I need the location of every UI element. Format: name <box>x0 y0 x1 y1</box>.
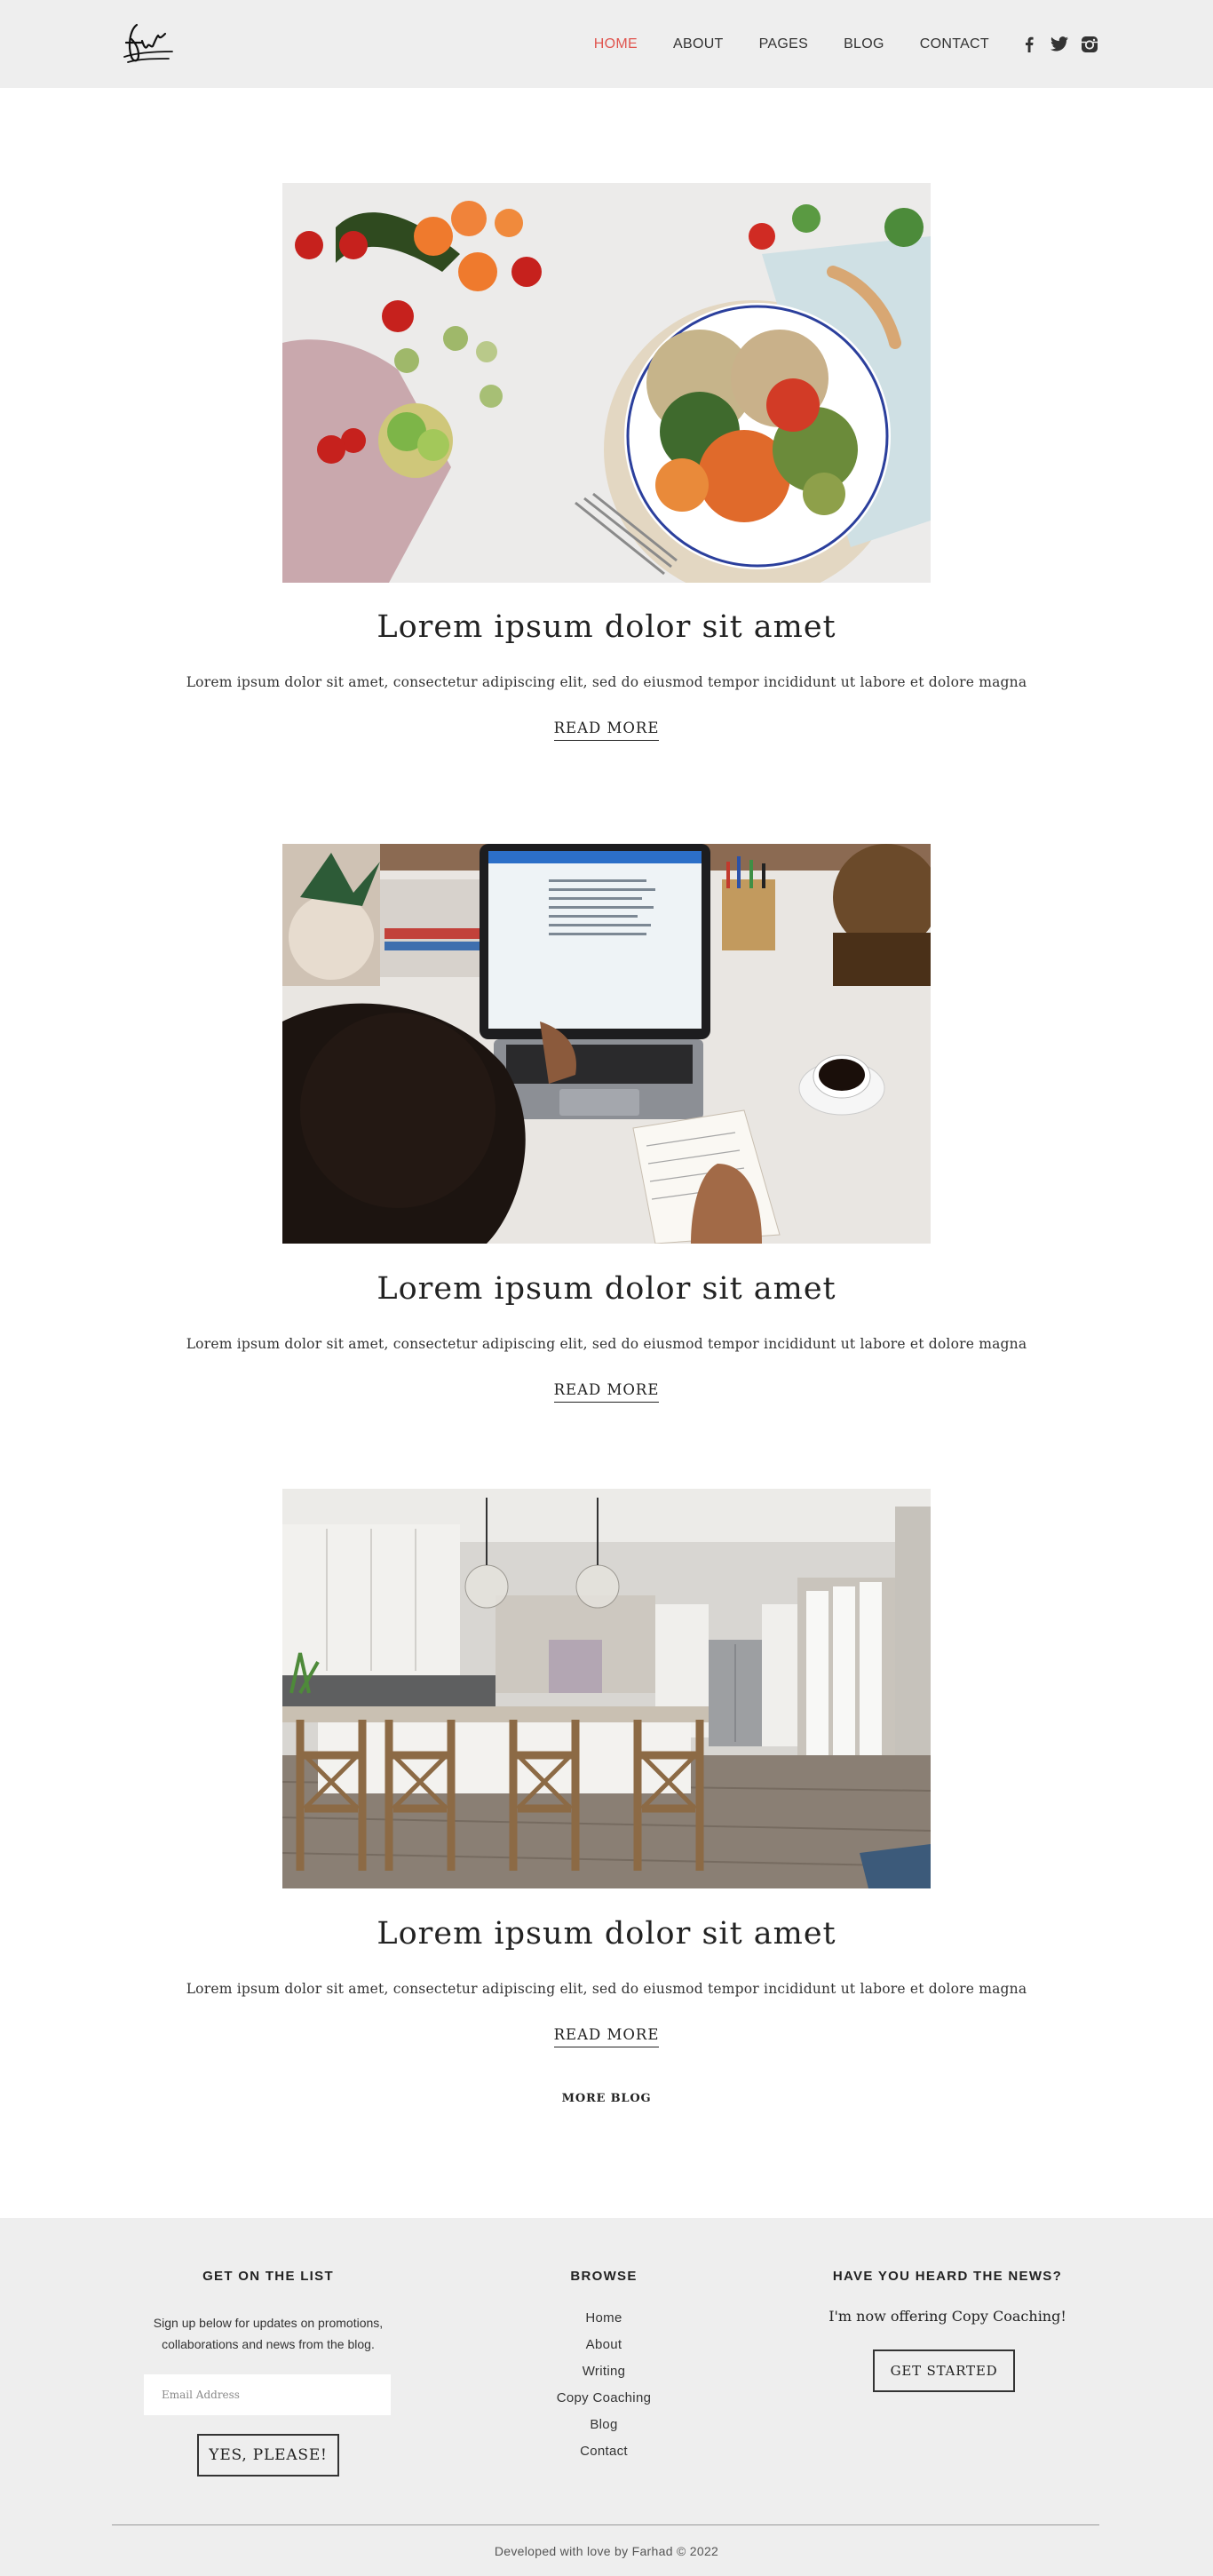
nav-contact[interactable]: CONTACT <box>920 36 989 52</box>
browse-link-writing[interactable]: Writing <box>515 2358 693 2385</box>
newsletter-description: Sign up below for updates on promotions,… <box>153 2316 384 2351</box>
post-image-food[interactable] <box>282 183 931 583</box>
food-bowl-photo <box>282 183 931 583</box>
facebook-icon[interactable] <box>1019 35 1039 54</box>
laptop-desk-photo <box>282 844 931 1244</box>
nav-about[interactable]: ABOUT <box>673 36 724 52</box>
copyright-text: Developed with love by Farhad © 2022 <box>494 2544 719 2558</box>
post-excerpt: Lorem ipsum dolor sit amet, consectetur … <box>186 674 1027 690</box>
news-heading: HAVE YOU HEARD THE NEWS? <box>832 2269 1063 2284</box>
newsletter-heading: GET ON THE LIST <box>202 2269 334 2284</box>
get-started-button[interactable]: GET STARTED <box>873 2349 1015 2392</box>
post-title[interactable]: Lorem ipsum dolor sit amet <box>0 1271 1213 1307</box>
post-image-laptop[interactable] <box>282 844 931 1244</box>
read-more-wrap: READ MORE <box>0 720 1213 741</box>
read-more-wrap: READ MORE <box>0 1381 1213 1403</box>
post-image-kitchen[interactable] <box>282 1489 931 1888</box>
kitchen-interior-photo <box>282 1489 931 1888</box>
main-nav: HOME ABOUT PAGES BLOG CONTACT <box>559 0 1099 88</box>
site-logo[interactable] <box>117 16 176 69</box>
post-title[interactable]: Lorem ipsum dolor sit amet <box>0 609 1213 645</box>
read-more-link[interactable]: READ MORE <box>553 1381 660 1403</box>
post-title[interactable]: Lorem ipsum dolor sit amet <box>0 1916 1213 1952</box>
post-excerpt: Lorem ipsum dolor sit amet, consectetur … <box>186 1981 1027 1997</box>
site-footer: GET ON THE LIST Sign up below for update… <box>0 2218 1213 2576</box>
read-more-link[interactable]: READ MORE <box>553 720 660 741</box>
post-excerpt: Lorem ipsum dolor sit amet, consectetur … <box>186 1336 1027 1352</box>
nav-pages[interactable]: PAGES <box>759 36 808 52</box>
browse-link-copy-coaching[interactable]: Copy Coaching <box>515 2385 693 2412</box>
subscribe-button[interactable]: YES, PLEASE! <box>197 2434 339 2477</box>
browse-link-contact[interactable]: Contact <box>515 2438 693 2465</box>
instagram-icon[interactable] <box>1080 35 1099 54</box>
browse-link-blog[interactable]: Blog <box>515 2412 693 2438</box>
browse-link-home[interactable]: Home <box>515 2305 693 2332</box>
social-links <box>1009 35 1099 54</box>
browse-heading: BROWSE <box>570 2269 638 2284</box>
more-blog-link[interactable]: MORE BLOG <box>562 2092 652 2105</box>
footer-divider <box>112 2524 1099 2525</box>
nav-blog[interactable]: BLOG <box>844 36 884 52</box>
more-blog-wrap: MORE BLOG <box>0 2090 1213 2106</box>
site-header: HOME ABOUT PAGES BLOG CONTACT <box>0 0 1213 88</box>
browse-link-about[interactable]: About <box>515 2332 693 2358</box>
signature-logo-icon <box>123 23 173 63</box>
browse-links: Home About Writing Copy Coaching Blog Co… <box>515 2305 693 2465</box>
read-more-wrap: READ MORE <box>0 2026 1213 2047</box>
twitter-icon[interactable] <box>1050 35 1069 54</box>
email-field[interactable] <box>144 2374 391 2415</box>
read-more-link[interactable]: READ MORE <box>553 2026 660 2047</box>
nav-home[interactable]: HOME <box>594 36 638 52</box>
news-text: I'm now offering Copy Coaching! <box>828 2308 1066 2325</box>
